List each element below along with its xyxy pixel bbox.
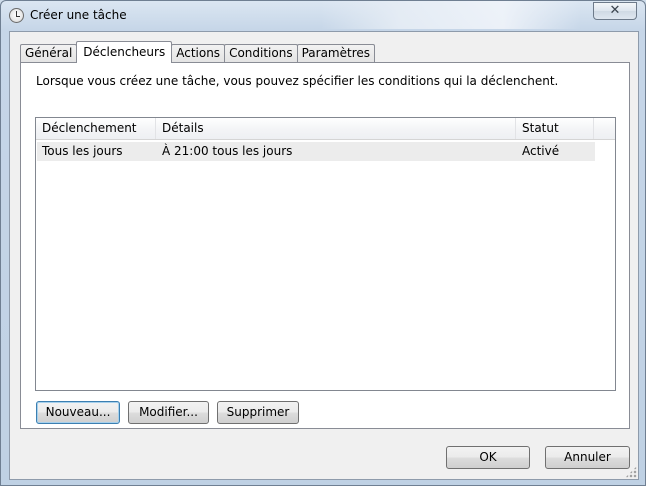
tab-conditions[interactable]: Conditions [224, 44, 298, 63]
edit-trigger-button[interactable]: Modifier... [128, 401, 209, 424]
tab-strip: Général Déclencheurs Actions Conditions … [20, 41, 375, 63]
row-status-cell: Activé [522, 144, 560, 158]
triggers-panel: Lorsque vous créez une tâche, vous pouve… [20, 62, 630, 429]
window-title: Créer une tâche [30, 8, 127, 22]
tab-settings[interactable]: Paramètres [296, 44, 375, 63]
row-trigger-cell: Tous les jours [42, 144, 123, 158]
column-header-status[interactable]: Statut [516, 118, 594, 139]
row-details-cell: À 21:00 tous les jours [162, 144, 293, 158]
tab-actions[interactable]: Actions [171, 44, 226, 63]
list-header: Déclenchement Détails Statut [36, 118, 615, 140]
ok-button[interactable]: OK [446, 446, 530, 469]
delete-trigger-button[interactable]: Supprimer [217, 401, 299, 424]
cancel-button[interactable]: Annuler [545, 446, 630, 469]
table-row[interactable]: Tous les jours À 21:00 tous les jours Ac… [37, 142, 595, 161]
panel-description: Lorsque vous créez une tâche, vous pouve… [36, 74, 559, 88]
title-bar-background [321, 1, 581, 29]
new-trigger-button[interactable]: Nouveau... [36, 401, 120, 424]
tab-general[interactable]: Général [20, 44, 78, 63]
task-clock-icon [9, 8, 24, 23]
column-header-filler [594, 118, 615, 139]
window-frame: Créer une tâche ✕ Général Déclencheurs A… [0, 0, 646, 486]
close-button[interactable]: ✕ [593, 2, 637, 20]
column-header-details[interactable]: Détails [156, 118, 516, 139]
dialog-client-area: Général Déclencheurs Actions Conditions … [9, 31, 639, 480]
column-header-trigger[interactable]: Déclenchement [36, 118, 156, 139]
tab-triggers[interactable]: Déclencheurs [76, 41, 173, 63]
triggers-list[interactable]: Déclenchement Détails Statut Tous les jo… [35, 117, 616, 391]
